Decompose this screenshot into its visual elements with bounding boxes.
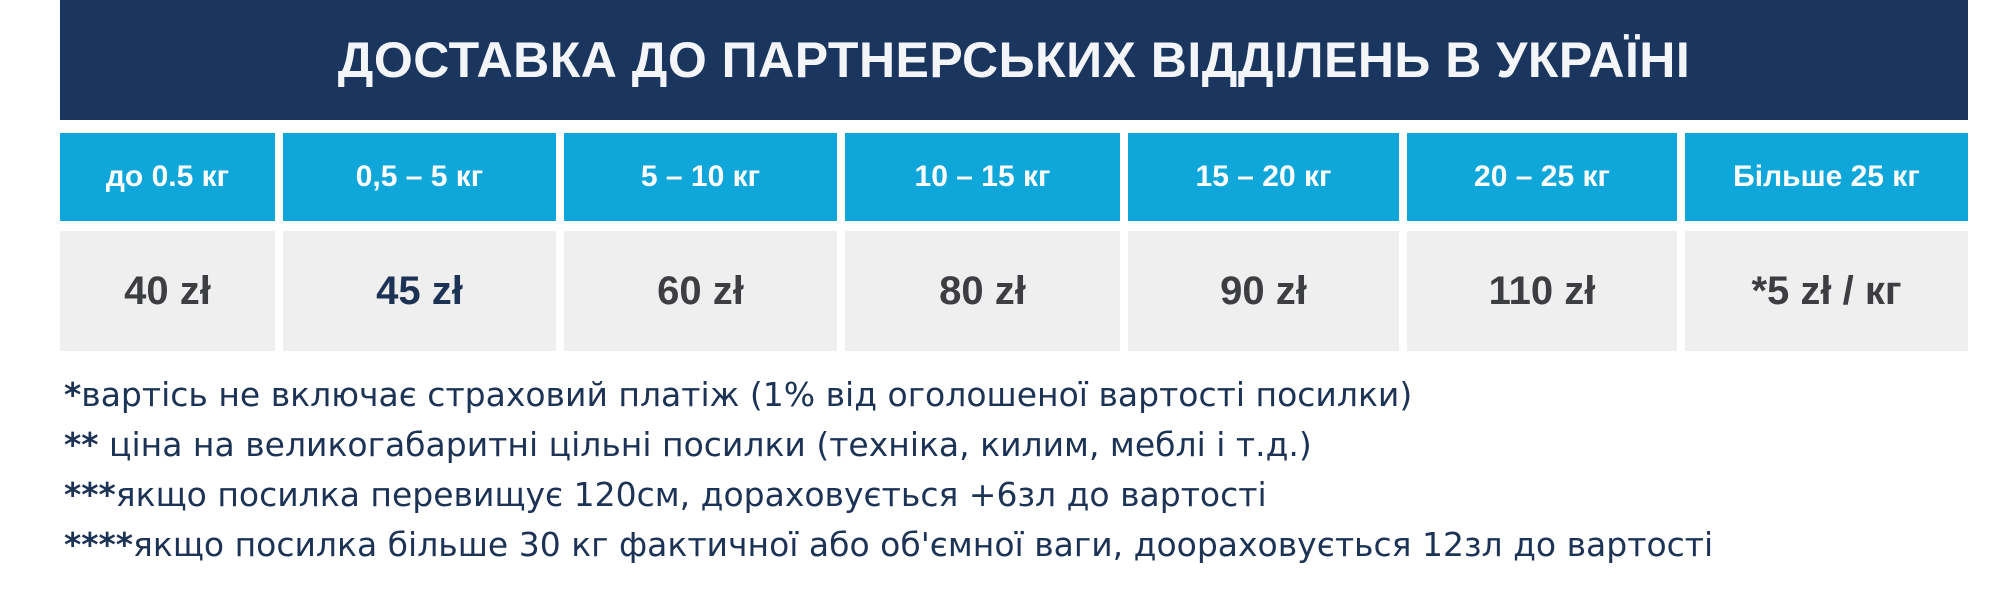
price-cell: 60 zł: [564, 231, 837, 351]
price-cell: 45 zł: [283, 231, 556, 351]
table-column: 5 – 10 кг 60 zł: [564, 133, 837, 351]
footnote: ** ціна на великогабаритні цільні посилк…: [64, 420, 1996, 470]
footnote-mark: ***: [64, 475, 116, 514]
price-cell: 90 zł: [1128, 231, 1399, 351]
footnote-text: ціна на великогабаритні цільні посилки (…: [98, 425, 1312, 464]
footnote: ***якщо посилка перевищує 120см, дорахов…: [64, 470, 1996, 520]
footnote-text: вартісь не включає страховий платіж (1% …: [81, 375, 1413, 414]
price-cell: 80 zł: [845, 231, 1120, 351]
weight-header: 10 – 15 кг: [845, 133, 1120, 221]
footnote: *вартісь не включає страховий платіж (1%…: [64, 370, 1996, 420]
weight-header: 0,5 – 5 кг: [283, 133, 556, 221]
table-column: Більше 25 кг *5 zł / кг: [1685, 133, 1968, 351]
weight-header: 5 – 10 кг: [564, 133, 837, 221]
banner-title: ДОСТАВКА ДО ПАРТНЕРСЬКИХ ВІДДІЛЕНЬ В УКР…: [337, 32, 1691, 88]
weight-header: до 0.5 кг: [60, 133, 275, 221]
footnotes: *вартісь не включає страховий платіж (1%…: [64, 370, 1996, 570]
price-table: до 0.5 кг 40 zł 0,5 – 5 кг 45 zł 5 – 10 …: [60, 133, 1968, 351]
weight-header: 20 – 25 кг: [1407, 133, 1677, 221]
footnote-mark: **: [64, 425, 99, 464]
weight-header: Більше 25 кг: [1685, 133, 1968, 221]
price-cell: *5 zł / кг: [1685, 231, 1968, 351]
table-column: 10 – 15 кг 80 zł: [845, 133, 1120, 351]
table-column: 20 – 25 кг 110 zł: [1407, 133, 1677, 351]
title-banner: ДОСТАВКА ДО ПАРТНЕРСЬКИХ ВІДДІЛЕНЬ В УКР…: [60, 0, 1968, 120]
price-cell: 110 zł: [1407, 231, 1677, 351]
table-column: 0,5 – 5 кг 45 zł: [283, 133, 556, 351]
price-cell: 40 zł: [60, 231, 275, 351]
footnote-text: якщо посилка перевищує 120см, дораховуєт…: [115, 475, 1267, 514]
footnote-text: якщо посилка більше 30 кг фактичної або …: [133, 525, 1714, 564]
table-column: до 0.5 кг 40 zł: [60, 133, 275, 351]
table-column: 15 – 20 кг 90 zł: [1128, 133, 1399, 351]
footnote: ****якщо посилка більше 30 кг фактичної …: [64, 520, 1996, 570]
footnote-mark: *: [64, 375, 82, 414]
footnote-mark: ****: [64, 525, 134, 564]
weight-header: 15 – 20 кг: [1128, 133, 1399, 221]
